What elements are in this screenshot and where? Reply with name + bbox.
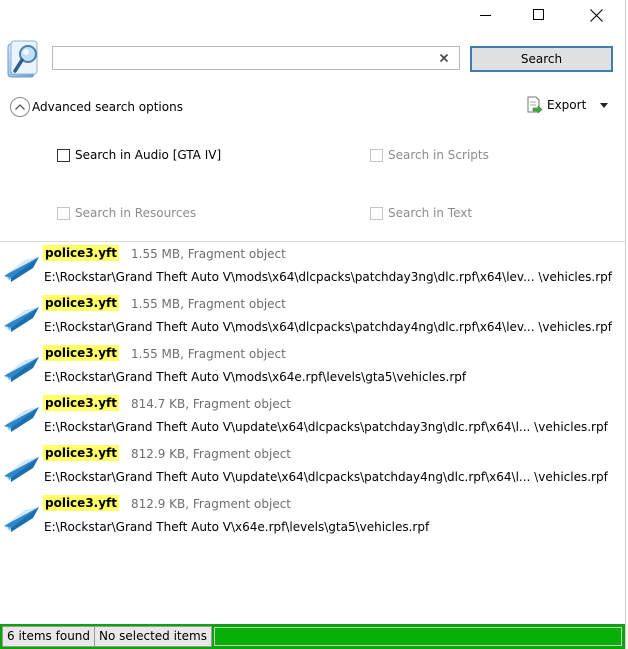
selection-status-label: No selected items: [94, 626, 212, 647]
close-icon: [589, 8, 603, 22]
option-search-audio[interactable]: Search in Audio [GTA IV]: [57, 146, 221, 164]
result-filename: police3.yft: [43, 245, 119, 261]
option-search-text: Search in Text: [370, 204, 472, 222]
option-label: Search in Audio [GTA IV]: [75, 148, 222, 162]
maximize-button[interactable]: [516, 0, 562, 30]
result-filename: police3.yft: [43, 295, 119, 311]
result-filename: police3.yft: [43, 395, 119, 411]
result-item[interactable]: police3.yft 814.7 KB, Fragment object E:…: [0, 393, 625, 441]
option-label: Search in Resources: [75, 206, 197, 220]
results-list: police3.yft 1.55 MB, Fragment object E:\…: [0, 243, 625, 623]
result-path: E:\Rockstar\Grand Theft Auto V\mods\x64e…: [44, 370, 467, 384]
search-window: Search Advanced search options Export Se…: [0, 0, 625, 649]
export-button[interactable]: Export: [525, 95, 609, 115]
export-icon: [527, 96, 543, 114]
checkbox: [370, 206, 383, 220]
fragment-object-icon: [4, 507, 39, 532]
result-item[interactable]: police3.yft 812.9 KB, Fragment object E:…: [0, 493, 625, 541]
result-path: E:\Rockstar\Grand Theft Auto V\update\x6…: [44, 470, 608, 484]
search-button[interactable]: Search: [470, 46, 613, 72]
checkbox: [370, 148, 383, 162]
search-logo-icon: [7, 40, 45, 80]
result-path: E:\Rockstar\Grand Theft Auto V\update\x6…: [44, 420, 608, 434]
fragment-object-icon: [4, 257, 39, 282]
minimize-icon: [480, 15, 491, 16]
checkbox[interactable]: [57, 148, 70, 162]
option-search-resources: Search in Resources: [57, 204, 196, 222]
result-path: E:\Rockstar\Grand Theft Auto V\mods\x64\…: [44, 320, 612, 334]
result-item[interactable]: police3.yft 1.55 MB, Fragment object E:\…: [0, 243, 625, 291]
option-label: Search in Scripts: [388, 148, 489, 162]
title-bar: [0, 0, 625, 30]
result-meta: 814.7 KB, Fragment object: [131, 397, 292, 411]
option-label: Search in Text: [388, 206, 473, 220]
result-meta: 1.55 MB, Fragment object: [131, 347, 286, 361]
advanced-options-toggle[interactable]: Advanced search options: [10, 96, 183, 118]
result-item[interactable]: police3.yft 812.9 KB, Fragment object E:…: [0, 443, 625, 491]
search-input[interactable]: [57, 49, 431, 69]
result-item[interactable]: police3.yft 1.55 MB, Fragment object E:\…: [0, 293, 625, 341]
result-filename: police3.yft: [43, 345, 119, 361]
progress-bar: [214, 627, 622, 646]
clear-search-icon[interactable]: [437, 51, 451, 65]
search-field[interactable]: [52, 46, 460, 70]
fragment-object-icon: [4, 407, 39, 432]
result-meta: 812.9 KB, Fragment object: [131, 447, 292, 461]
advanced-options-label: Advanced search options: [32, 100, 183, 114]
option-search-scripts: Search in Scripts: [370, 146, 489, 164]
chevron-down-icon[interactable]: [600, 102, 609, 108]
progress-fill: [215, 628, 621, 645]
fragment-object-icon: [4, 357, 39, 382]
result-meta: 1.55 MB, Fragment object: [131, 297, 286, 311]
status-bar: 6 items found No selected items: [0, 624, 625, 649]
result-filename: police3.yft: [43, 445, 119, 461]
fragment-object-icon: [4, 307, 39, 332]
chevron-up-icon: [10, 97, 30, 117]
result-item[interactable]: police3.yft 1.55 MB, Fragment object E:\…: [0, 343, 625, 391]
minimize-button[interactable]: [463, 0, 509, 30]
result-path: E:\Rockstar\Grand Theft Auto V\x64e.rpf\…: [44, 520, 430, 534]
fragment-object-icon: [4, 457, 39, 482]
result-path: E:\Rockstar\Grand Theft Auto V\mods\x64\…: [44, 270, 612, 284]
result-filename: police3.yft: [43, 495, 119, 511]
items-found-label: 6 items found: [2, 626, 96, 647]
result-meta: 812.9 KB, Fragment object: [131, 497, 292, 511]
maximize-icon: [533, 9, 544, 20]
result-meta: 1.55 MB, Fragment object: [131, 247, 286, 261]
divider: [0, 241, 625, 242]
checkbox: [57, 206, 70, 220]
export-label: Export: [547, 98, 587, 112]
close-button[interactable]: [573, 0, 619, 30]
